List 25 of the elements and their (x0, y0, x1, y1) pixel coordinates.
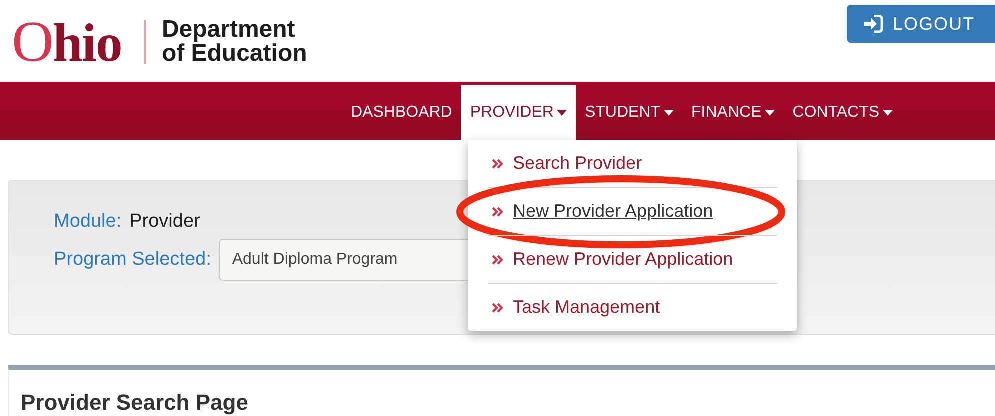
panel-title: Provider Search Page (21, 390, 248, 415)
caret-icon (664, 110, 674, 116)
program-label: Program Selected: (54, 249, 212, 271)
nav-tab[interactable]: FINANCE (682, 85, 784, 140)
menu-item[interactable]: New Provider Application (513, 201, 714, 222)
department-title: Department (162, 18, 296, 42)
nav-tab[interactable]: CONTACTS (784, 85, 902, 140)
double-chevron-icon (492, 302, 503, 312)
double-chevron-icon (492, 158, 503, 168)
double-chevron-icon (492, 206, 503, 216)
caret-icon (764, 110, 775, 116)
logout-button[interactable]: LOGOUT (847, 5, 995, 43)
department-subtitle: of Education (162, 42, 308, 66)
nav-tab[interactable]: STUDENT (576, 85, 682, 140)
caret-icon (882, 110, 893, 116)
nav-tab[interactable]: DASHBOARD (342, 85, 462, 140)
menu-item[interactable]: Task Management (513, 297, 660, 318)
ohio-wordmark: Ohio (12, 8, 122, 75)
sign-in-icon (863, 15, 883, 33)
caret-icon (556, 110, 567, 116)
double-chevron-icon (492, 254, 503, 264)
menu-item[interactable]: Search Provider (513, 153, 642, 174)
module-label: Module: (54, 211, 122, 233)
nav-tab[interactable]: PROVIDER (461, 85, 576, 140)
module-value: Provider (130, 211, 200, 233)
